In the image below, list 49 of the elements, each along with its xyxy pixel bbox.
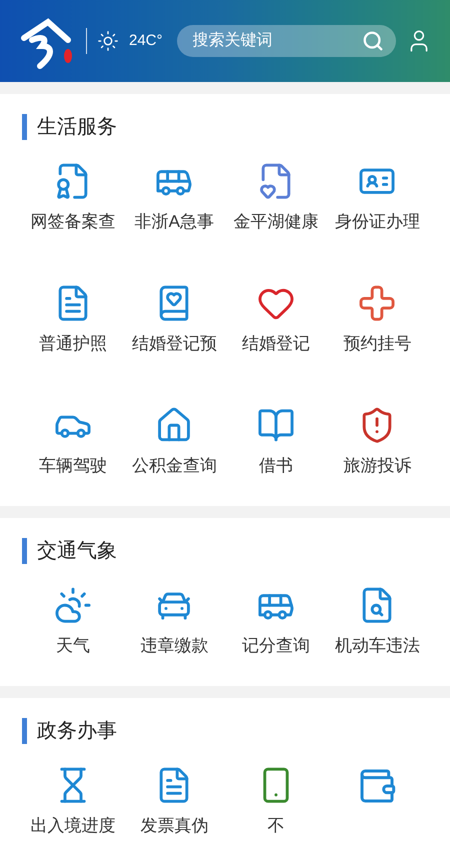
service-label: 不 [267,814,284,836]
service-item[interactable]: 借书 [225,406,326,478]
service-item[interactable]: 结婚登记预 [124,284,225,356]
service-item[interactable]: 普通护照 [22,284,124,356]
service-item[interactable]: 公积金查询 [124,406,225,478]
service-label: 车辆驾驶 [38,454,107,476]
service-item[interactable]: 非浙A急事 [124,162,225,234]
service-item[interactable]: 机动车违法 [326,586,428,658]
section-title: 交通气象 [37,539,117,564]
service-label: 结婚登记 [242,332,310,354]
title-marker-bar [22,538,27,564]
service-item[interactable]: 违章缴款 [124,586,225,658]
service-label: 记分查询 [242,634,310,656]
service-item[interactable]: 出入境进度 [22,766,124,838]
service-label: 身份证办理 [334,210,420,232]
service-label: 结婚登记预 [132,332,217,354]
service-item[interactable]: 旅游投诉 [326,406,428,478]
service-label: 网签备案查 [30,210,116,232]
service-label: 天气 [56,634,90,656]
service-label: 发票真伪 [140,814,208,836]
weather-icon [52,586,93,624]
service-item[interactable]: 不 [225,766,326,838]
service-item[interactable]: 预约挂号 [326,284,428,356]
section-title: 政务办事 [37,719,117,744]
service-item[interactable]: 身份证办理 [326,162,428,234]
service-label: 借书 [258,454,293,476]
service-item[interactable]: 网签备案查 [22,162,124,234]
section-title: 生活服务 [37,115,117,140]
service-label: 公积金查询 [132,454,217,476]
service-item[interactable]: 天气 [22,586,124,658]
service-item[interactable]: 发票真伪 [124,766,225,838]
service-item[interactable]: 车辆驾驶 [22,406,124,478]
service-label: 金平湖健康 [233,210,318,232]
temperature-text: 24C° [129,30,163,51]
cross-icon [357,284,398,322]
sun-icon [97,30,119,52]
service-label: 旅游投诉 [343,454,412,476]
service-label: 违章缴款 [140,634,208,656]
title-marker-bar [22,114,27,140]
service-label: 预约挂号 [343,332,412,354]
search-icon[interactable] [362,30,384,52]
service-item[interactable]: 记分查询 [225,586,326,658]
service-item[interactable]: 结婚登记 [225,284,326,356]
service-label: 普通护照 [38,332,107,354]
service-label: 机动车违法 [334,634,420,656]
service-label: 出入境进度 [30,814,116,836]
service-label: 非浙A急事 [134,210,214,232]
title-marker-bar [22,718,27,744]
service-item[interactable]: 金平湖健康 [225,162,326,234]
